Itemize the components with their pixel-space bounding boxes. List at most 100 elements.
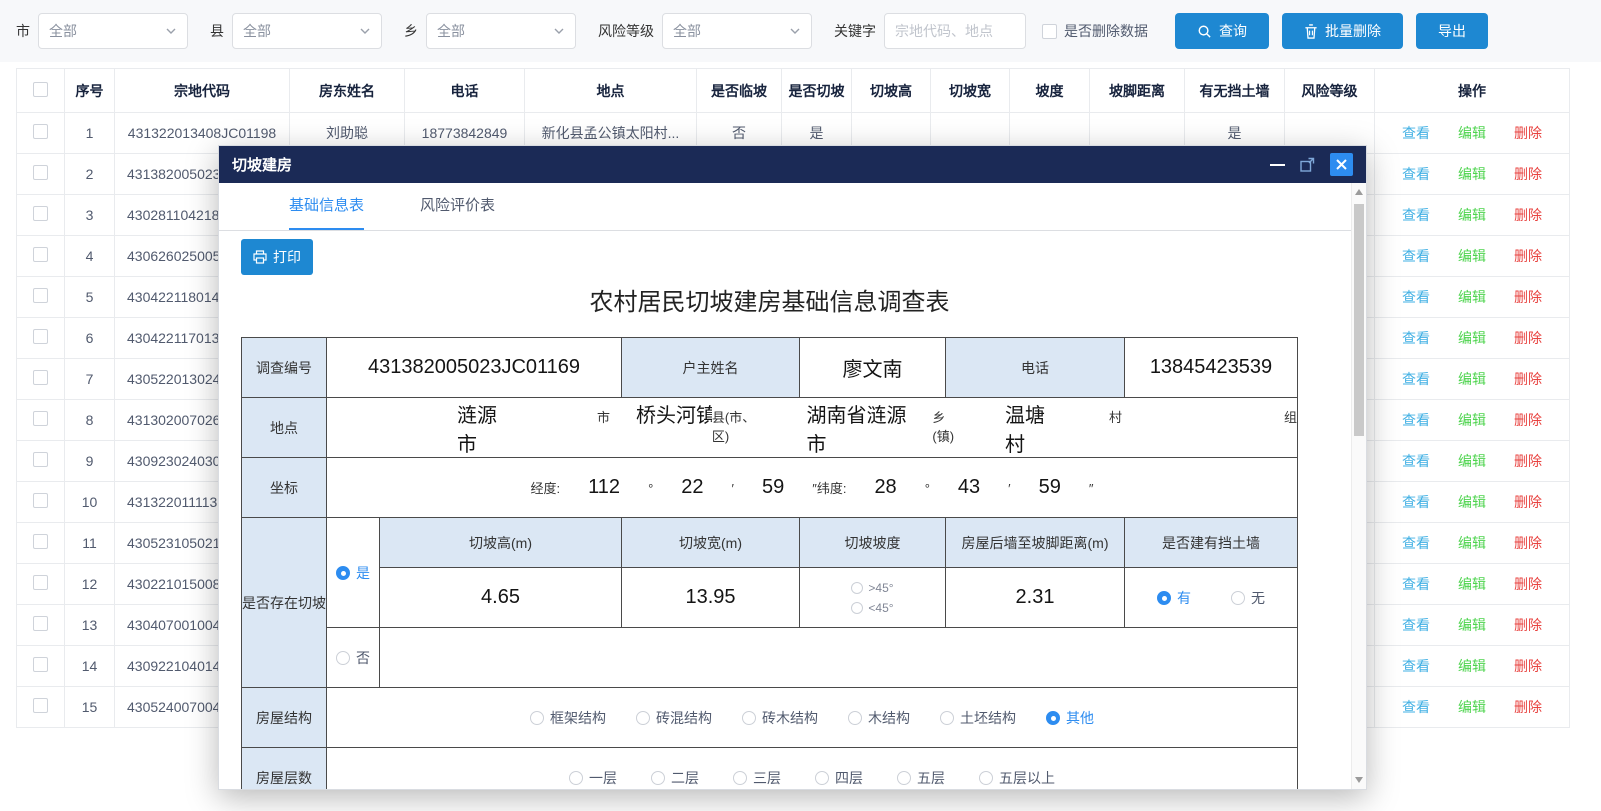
row-checkbox[interactable] (33, 370, 48, 385)
wall-no-radio[interactable]: 无 (1231, 588, 1265, 608)
edit-link[interactable]: 编辑 (1458, 617, 1486, 633)
view-link[interactable]: 查看 (1402, 330, 1430, 346)
scrollbar-thumb[interactable] (1354, 204, 1364, 436)
print-button[interactable]: 打印 (241, 239, 313, 275)
delete-link[interactable]: 删除 (1514, 699, 1542, 715)
row-checkbox[interactable] (33, 534, 48, 549)
city-select[interactable]: 全部 (38, 13, 188, 49)
row-checkbox[interactable] (33, 575, 48, 590)
keyword-input[interactable] (884, 13, 1026, 49)
radio-option[interactable]: 五层以上 (979, 768, 1055, 788)
delete-link[interactable]: 删除 (1514, 453, 1542, 469)
edit-link[interactable]: 编辑 (1458, 330, 1486, 346)
edit-link[interactable]: 编辑 (1458, 248, 1486, 264)
view-link[interactable]: 查看 (1402, 166, 1430, 182)
view-link[interactable]: 查看 (1402, 207, 1430, 223)
risk-level-select[interactable]: 全部 (662, 13, 812, 49)
radio-option[interactable]: 二层 (651, 768, 699, 788)
delete-link[interactable]: 删除 (1514, 207, 1542, 223)
tab-basic-info[interactable]: 基础信息表 (289, 194, 364, 230)
edit-link[interactable]: 编辑 (1458, 576, 1486, 592)
row-checkbox[interactable] (33, 493, 48, 508)
edit-link[interactable]: 编辑 (1458, 535, 1486, 551)
radio-option[interactable]: <45° (851, 601, 893, 615)
radio-option[interactable]: 四层 (815, 768, 863, 788)
view-link[interactable]: 查看 (1402, 576, 1430, 592)
radio-option[interactable]: 木结构 (848, 708, 910, 728)
delete-link[interactable]: 删除 (1514, 289, 1542, 305)
maximize-icon[interactable] (1300, 157, 1315, 172)
delete-link[interactable]: 删除 (1514, 658, 1542, 674)
batch-delete-button[interactable]: 批量删除 (1282, 13, 1403, 49)
modal-scrollbar[interactable] (1351, 183, 1366, 789)
delete-link[interactable]: 删除 (1514, 617, 1542, 633)
delete-link[interactable]: 删除 (1514, 412, 1542, 428)
radio-option[interactable]: 其他 (1046, 708, 1094, 728)
radio-option[interactable]: 三层 (733, 768, 781, 788)
row-checkbox[interactable] (33, 657, 48, 672)
delete-link[interactable]: 删除 (1514, 330, 1542, 346)
radio-option[interactable]: 土坯结构 (940, 708, 1016, 728)
delete-link[interactable]: 删除 (1514, 371, 1542, 387)
view-link[interactable]: 查看 (1402, 412, 1430, 428)
tab-risk-evaluation[interactable]: 风险评价表 (420, 194, 495, 230)
edit-link[interactable]: 编辑 (1458, 371, 1486, 387)
delete-link[interactable]: 删除 (1514, 494, 1542, 510)
row-checkbox[interactable] (33, 165, 48, 180)
row-checkbox[interactable] (33, 329, 48, 344)
modal-header[interactable]: 切坡建房 (219, 146, 1366, 183)
edit-link[interactable]: 编辑 (1458, 207, 1486, 223)
delete-link[interactable]: 删除 (1514, 248, 1542, 264)
view-link[interactable]: 查看 (1402, 535, 1430, 551)
delete-link[interactable]: 删除 (1514, 576, 1542, 592)
close-button[interactable] (1330, 153, 1353, 176)
radio-option[interactable]: 五层 (897, 768, 945, 788)
county-select[interactable]: 全部 (232, 13, 382, 49)
delete-link[interactable]: 删除 (1514, 535, 1542, 551)
delete-link[interactable]: 删除 (1514, 166, 1542, 182)
view-link[interactable]: 查看 (1402, 453, 1430, 469)
delete-data-checkbox[interactable]: 是否删除数据 (1042, 21, 1148, 41)
select-all-checkbox[interactable] (33, 82, 48, 97)
edit-link[interactable]: 编辑 (1458, 453, 1486, 469)
edit-link[interactable]: 编辑 (1458, 494, 1486, 510)
query-button[interactable]: 查询 (1175, 13, 1269, 49)
minimize-icon[interactable] (1270, 164, 1285, 166)
row-checkbox[interactable] (33, 452, 48, 467)
view-link[interactable]: 查看 (1402, 494, 1430, 510)
edit-link[interactable]: 编辑 (1458, 125, 1486, 141)
radio-option[interactable]: >45° (851, 581, 893, 595)
view-link[interactable]: 查看 (1402, 289, 1430, 305)
view-link[interactable]: 查看 (1402, 371, 1430, 387)
radio-option[interactable]: 框架结构 (530, 708, 606, 728)
view-link[interactable]: 查看 (1402, 617, 1430, 633)
radio-icon (530, 711, 544, 725)
wall-yes-radio[interactable]: 有 (1157, 588, 1191, 608)
view-link[interactable]: 查看 (1402, 658, 1430, 674)
row-checkbox[interactable] (33, 698, 48, 713)
row-checkbox[interactable] (33, 206, 48, 221)
row-checkbox[interactable] (33, 288, 48, 303)
scroll-down-arrow-icon[interactable] (1355, 777, 1363, 783)
cut-exists-no-radio[interactable]: 否 (336, 648, 370, 668)
edit-link[interactable]: 编辑 (1458, 412, 1486, 428)
township-select[interactable]: 全部 (426, 13, 576, 49)
radio-option[interactable]: 砖混结构 (636, 708, 712, 728)
radio-option[interactable]: 一层 (569, 768, 617, 788)
delete-link[interactable]: 删除 (1514, 125, 1542, 141)
view-link[interactable]: 查看 (1402, 699, 1430, 715)
row-checkbox[interactable] (33, 124, 48, 139)
edit-link[interactable]: 编辑 (1458, 658, 1486, 674)
row-checkbox[interactable] (33, 616, 48, 631)
row-checkbox[interactable] (33, 411, 48, 426)
scroll-up-arrow-icon[interactable] (1355, 189, 1363, 195)
edit-link[interactable]: 编辑 (1458, 699, 1486, 715)
view-link[interactable]: 查看 (1402, 125, 1430, 141)
cut-exists-yes-radio[interactable]: 是 (336, 563, 370, 583)
edit-link[interactable]: 编辑 (1458, 289, 1486, 305)
export-button[interactable]: 导出 (1416, 13, 1488, 49)
edit-link[interactable]: 编辑 (1458, 166, 1486, 182)
row-checkbox[interactable] (33, 247, 48, 262)
radio-option[interactable]: 砖木结构 (742, 708, 818, 728)
view-link[interactable]: 查看 (1402, 248, 1430, 264)
